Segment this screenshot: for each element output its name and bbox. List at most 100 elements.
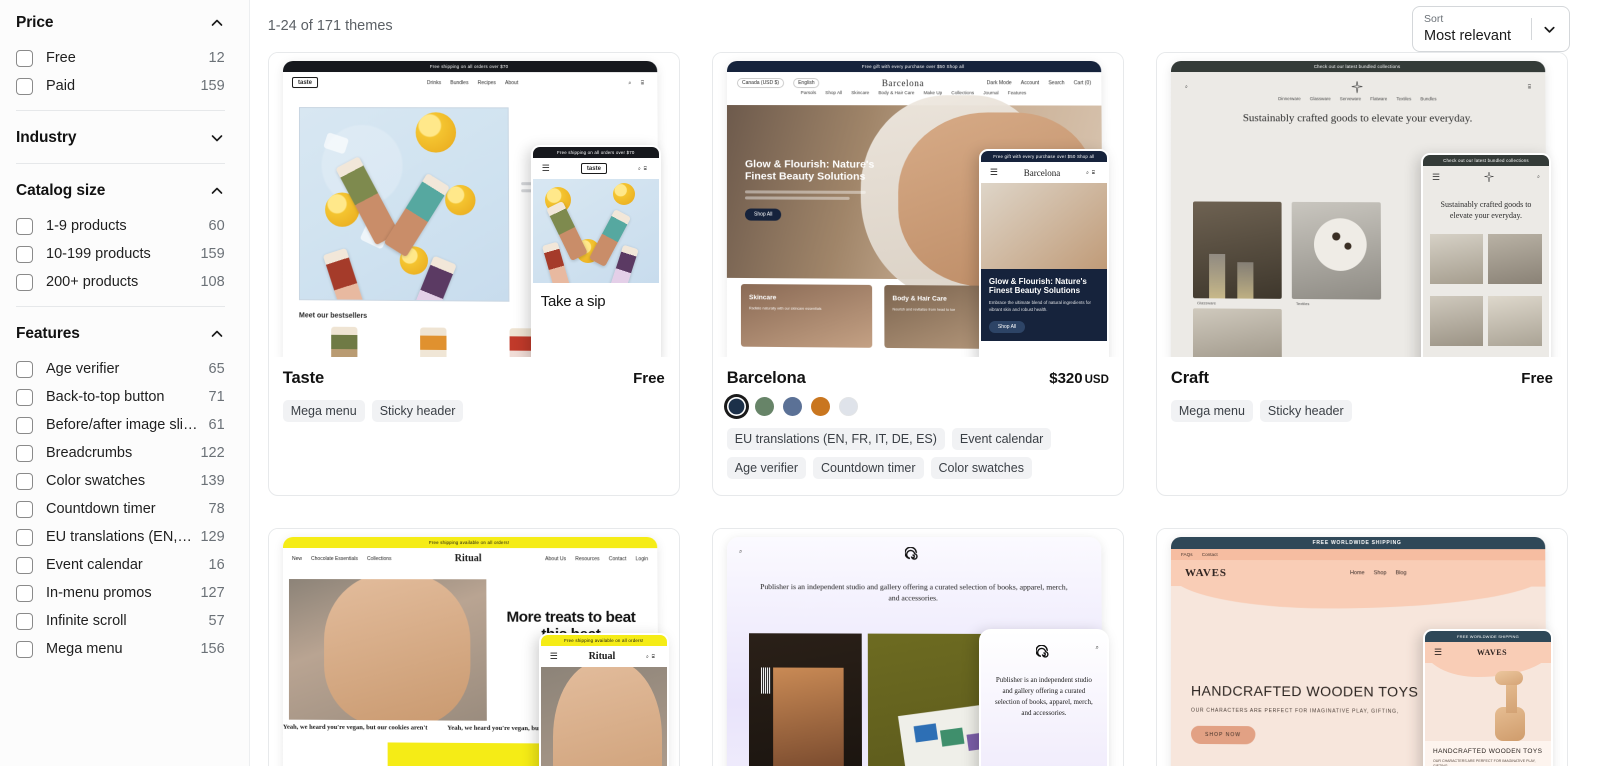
product-grid bbox=[1423, 233, 1549, 284]
checkbox-countdown-timer[interactable] bbox=[16, 500, 33, 518]
theme-preview-publisher[interactable]: ⌕ Publisher is an independent studio and… bbox=[712, 529, 1123, 766]
checkbox-1-9-products[interactable] bbox=[16, 217, 33, 235]
facet-price-header[interactable]: Price bbox=[14, 0, 227, 44]
preview-brand: Barcelona bbox=[1023, 167, 1061, 178]
checkbox-in-menu-promos[interactable] bbox=[16, 584, 33, 602]
theme-card-ritual[interactable]: Free shipping available on all orders! N… bbox=[267, 528, 680, 766]
checkbox-back-to-top-button[interactable] bbox=[16, 388, 33, 406]
filter-option[interactable]: 200+ products 108 bbox=[14, 268, 227, 296]
filter-count: 127 bbox=[200, 585, 225, 601]
filter-label: Before/after image slider bbox=[46, 417, 201, 433]
facet-catalog-size-header[interactable]: Catalog size bbox=[14, 168, 227, 212]
theme-preview-barcelona[interactable]: Free gift with every purchase over $50 S… bbox=[712, 53, 1123, 357]
theme-card-waves[interactable]: FREE WORLDWIDE SHIPPING FAQs Contact WAV… bbox=[1155, 528, 1568, 766]
facet-industry-header[interactable]: Industry bbox=[14, 115, 227, 159]
mobile-mockup: ⌕ Publisher is an independent studio and… bbox=[978, 629, 1109, 766]
color-swatch-slate-blue[interactable] bbox=[782, 397, 802, 416]
preview-utility-bar: Canada (USD $) English Barcelona Dark Mo… bbox=[727, 72, 1101, 90]
hamburger-icon: ☰ bbox=[1431, 171, 1441, 182]
hero-headline: HANDCRAFTED WOODEN TOYS bbox=[1190, 682, 1419, 700]
feature-tag: Event calendar bbox=[951, 428, 1052, 450]
chevron-up-icon[interactable] bbox=[209, 326, 225, 342]
filter-option[interactable]: Breadcrumbs 122 bbox=[14, 439, 227, 467]
theme-preview-ritual[interactable]: Free shipping available on all orders! N… bbox=[268, 529, 679, 766]
filter-option[interactable]: Free 12 bbox=[14, 44, 227, 72]
category-sub: Nourish and revitalize from head to toe bbox=[892, 307, 956, 312]
tile-label: Glassware bbox=[1196, 300, 1216, 306]
preview-locale-links: Canada (USD $) English bbox=[736, 78, 820, 89]
nav-link: Account bbox=[1020, 80, 1039, 87]
feature-tag: Age verifier bbox=[726, 457, 807, 479]
filter-option[interactable]: Age verifier 65 bbox=[14, 355, 227, 383]
chevron-down-icon[interactable] bbox=[209, 130, 225, 146]
theme-card-publisher[interactable]: ⌕ Publisher is an independent studio and… bbox=[711, 528, 1124, 766]
color-swatches[interactable] bbox=[726, 397, 1109, 416]
chevron-up-icon[interactable] bbox=[209, 15, 225, 31]
theme-preview-taste[interactable]: Free shipping on all orders over $70 tas… bbox=[268, 53, 679, 357]
filter-option[interactable]: Countdown timer 78 bbox=[14, 495, 227, 523]
checkbox-breadcrumbs[interactable] bbox=[16, 444, 33, 462]
nav-link: Blog bbox=[1395, 570, 1407, 577]
cart-icon: ⌸ bbox=[1527, 84, 1531, 91]
chevron-down-icon[interactable] bbox=[1542, 22, 1557, 37]
filter-option[interactable]: Before/after image slider 61 bbox=[14, 411, 227, 439]
theme-card-barcelona[interactable]: Free gift with every purchase over $50 S… bbox=[711, 52, 1124, 496]
filter-option[interactable]: 10-199 products 159 bbox=[14, 240, 227, 268]
language-selector: English bbox=[792, 78, 820, 89]
checkbox-paid[interactable] bbox=[16, 77, 33, 95]
theme-card-craft[interactable]: Check out our latest bundled collections… bbox=[1155, 52, 1568, 496]
hero-image bbox=[532, 179, 659, 283]
nav-link: Textiles bbox=[1396, 96, 1412, 102]
filter-option[interactable]: Color swatches 139 bbox=[14, 467, 227, 495]
checkbox-mega-menu[interactable] bbox=[16, 640, 33, 658]
nav-link: FAQs bbox=[1180, 552, 1193, 558]
filter-option[interactable]: In-menu promos 127 bbox=[14, 579, 227, 607]
checkbox-10-199-products[interactable] bbox=[16, 245, 33, 263]
announcement-text: FREE WORLDWIDE SHIPPING bbox=[1457, 634, 1519, 639]
feature-tag: Mega menu bbox=[282, 400, 365, 422]
theme-name: Craft bbox=[1170, 369, 1209, 387]
chevron-up-icon[interactable] bbox=[209, 183, 225, 199]
filter-option[interactable]: Back-to-top button 71 bbox=[14, 383, 227, 411]
filter-option[interactable]: Mega menu 156 bbox=[14, 635, 227, 663]
preview-brand: Ritual bbox=[588, 651, 616, 662]
color-swatch-light-gray[interactable] bbox=[838, 397, 858, 416]
checkbox-200-plus-products[interactable] bbox=[16, 273, 33, 291]
sort-dropdown[interactable]: Sort Most relevant bbox=[1412, 6, 1570, 52]
color-swatch-sage[interactable] bbox=[754, 397, 774, 416]
checkbox-age-verifier[interactable] bbox=[16, 360, 33, 378]
nav-link: Contact bbox=[608, 555, 627, 562]
theme-preview-craft[interactable]: Check out our latest bundled collections… bbox=[1156, 53, 1567, 357]
nav-link: Dark Mode bbox=[986, 80, 1012, 87]
card-body: Barcelona $320USD EU translations (EN, bbox=[713, 357, 1123, 495]
filter-option[interactable]: Paid 159 bbox=[14, 72, 227, 100]
checkbox-color-swatches[interactable] bbox=[16, 472, 33, 490]
filter-option[interactable]: Event calendar 16 bbox=[14, 551, 227, 579]
theme-card-taste[interactable]: Free shipping on all orders over $70 tas… bbox=[267, 52, 680, 496]
filter-option[interactable]: 1-9 products 60 bbox=[14, 212, 227, 240]
preview-navbar: taste Drinks Bundles Recipes About ⌕ ⌸ bbox=[283, 72, 657, 93]
filter-label: Event calendar bbox=[46, 557, 143, 573]
hero-copy: Glow & Flourish: Nature's Finest Beauty … bbox=[744, 158, 896, 221]
theme-preview-waves[interactable]: FREE WORLDWIDE SHIPPING FAQs Contact WAV… bbox=[1156, 529, 1567, 766]
preview-brand: WAVES bbox=[1184, 567, 1227, 580]
filter-label: 1-9 products bbox=[46, 218, 127, 234]
category-label: Body & Hair Care bbox=[892, 295, 947, 303]
checkbox-free[interactable] bbox=[16, 49, 33, 67]
checkbox-before-after-image-slider[interactable] bbox=[16, 416, 33, 434]
preview-account-links: Dark Mode Account Search Cart (0) bbox=[987, 80, 1091, 86]
hero-copy: Glow & Flourish: Nature's Finest Beauty … bbox=[980, 269, 1107, 341]
checkbox-event-calendar[interactable] bbox=[16, 556, 33, 574]
filter-count: 156 bbox=[200, 641, 225, 657]
feature-tags: Mega menu Sticky header bbox=[1170, 400, 1553, 422]
search-icon: ⌕ bbox=[738, 549, 743, 556]
checkbox-eu-translations-en-fr-it-de-es[interactable] bbox=[16, 528, 33, 546]
checkbox-infinite-scroll[interactable] bbox=[16, 612, 33, 630]
color-swatch-orange[interactable] bbox=[810, 397, 830, 416]
filter-option[interactable]: Infinite scroll 57 bbox=[14, 607, 227, 635]
color-swatch-navy[interactable] bbox=[726, 397, 746, 416]
login-link: Login bbox=[635, 555, 648, 562]
filter-option[interactable]: EU translations (EN, FR, IT, DE, ES) 129 bbox=[14, 523, 227, 551]
facet-features-header[interactable]: Features bbox=[14, 311, 227, 355]
nav-link: Make Up bbox=[923, 90, 943, 96]
